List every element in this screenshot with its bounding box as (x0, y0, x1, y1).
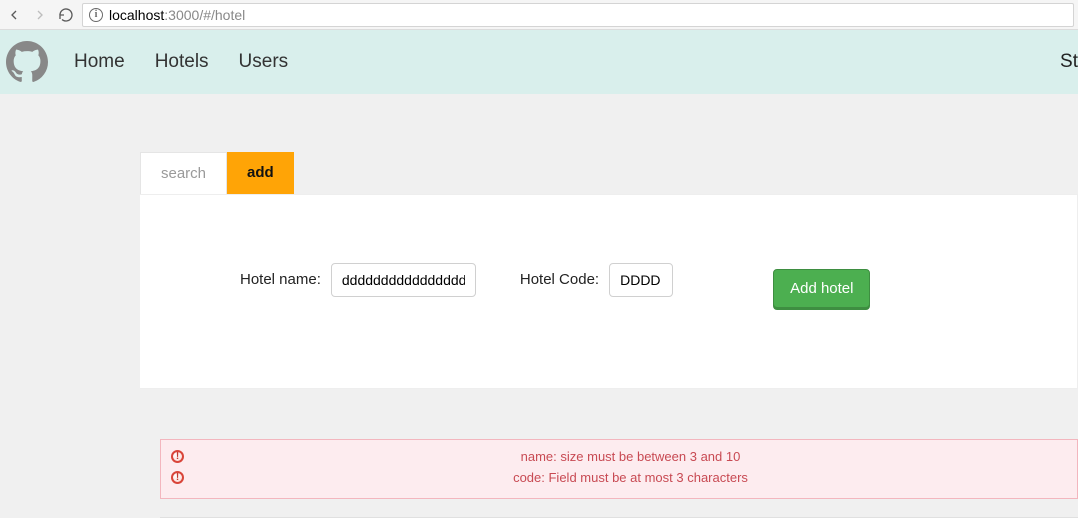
nav-home[interactable]: Home (64, 51, 135, 73)
forward-button[interactable] (30, 5, 50, 25)
nav-right-partial[interactable]: St (1060, 51, 1078, 73)
error-row: ! name: size must be between 3 and 10 (171, 446, 1067, 467)
error-area: ! name: size must be between 3 and 10 ! … (160, 439, 1078, 518)
error-message: code: Field must be at most 3 characters (194, 470, 1067, 485)
add-hotel-panel: Hotel name: Hotel Code: Add hotel (140, 194, 1078, 389)
url-host: localhost (109, 7, 164, 23)
page-content: search add Hotel name: Hotel Code: Add h… (0, 94, 1078, 389)
error-message: name: size must be between 3 and 10 (194, 449, 1067, 464)
back-button[interactable] (4, 5, 24, 25)
error-row: ! code: Field must be at most 3 characte… (171, 467, 1067, 488)
hotel-name-label: Hotel name: (240, 271, 321, 288)
add-hotel-form: Hotel name: Hotel Code: Add hotel (170, 251, 1047, 308)
error-box: ! name: size must be between 3 and 10 ! … (160, 439, 1078, 499)
reload-button[interactable] (56, 5, 76, 25)
address-bar[interactable]: i localhost:3000/#/hotel (82, 3, 1074, 27)
hotel-code-label: Hotel Code: (520, 271, 599, 288)
add-hotel-button[interactable]: Add hotel (773, 269, 870, 308)
hotel-name-input[interactable] (331, 263, 476, 297)
nav-hotels[interactable]: Hotels (145, 51, 219, 73)
url-port: :3000 (164, 7, 199, 23)
tab-add[interactable]: add (227, 152, 294, 194)
browser-toolbar: i localhost:3000/#/hotel (0, 0, 1078, 30)
url-text: localhost:3000/#/hotel (109, 7, 245, 23)
error-icon: ! (171, 450, 184, 463)
tab-search[interactable]: search (140, 152, 227, 194)
error-icon: ! (171, 471, 184, 484)
github-icon[interactable] (6, 41, 48, 83)
hotel-code-input[interactable] (609, 263, 673, 297)
url-path: /#/hotel (199, 7, 245, 23)
site-info-icon[interactable]: i (89, 8, 103, 22)
tabstrip: search add (140, 152, 1078, 194)
nav-users[interactable]: Users (229, 51, 299, 73)
top-nav: Home Hotels Users St (0, 30, 1078, 94)
